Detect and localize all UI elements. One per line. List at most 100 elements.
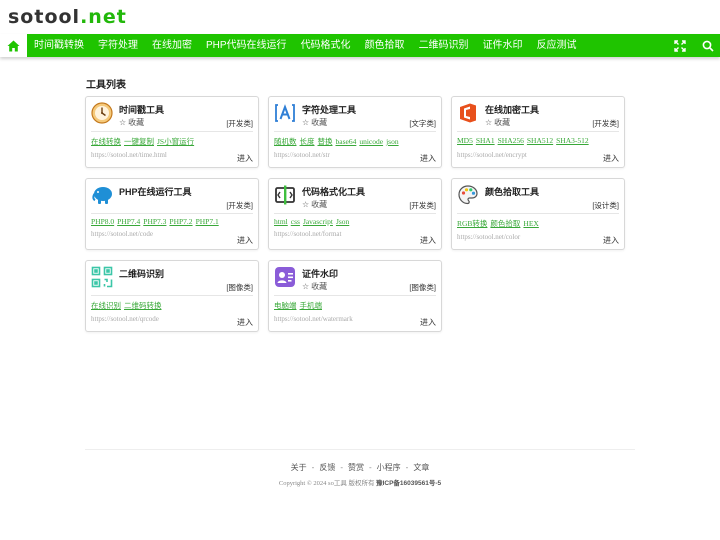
footer-link-about[interactable]: 关于 <box>291 463 307 472</box>
footer-links: 关于 - 反馈 - 赞赏 - 小程序 - 文章 <box>0 462 720 473</box>
tool-card-string[interactable]: 字符处理工具 ☆ 收藏 [文字类] 随机数 长度 替换 base64 unicode jso… <box>268 96 442 168</box>
tool-link[interactable]: json <box>386 137 399 146</box>
footer-link-articles[interactable]: 文章 <box>413 463 429 472</box>
tool-url: https://sotool.net/format <box>274 230 342 238</box>
card-divider <box>91 295 253 296</box>
footer-link-feedback[interactable]: 反馈 <box>319 463 335 472</box>
enter-button[interactable]: 进入 <box>420 317 436 328</box>
icp-link[interactable]: 豫ICP备16039561号-5 <box>376 480 441 487</box>
tool-link[interactable]: 在线识别 <box>91 301 121 310</box>
nav-item-encrypt[interactable]: 在线加密 <box>145 34 199 57</box>
tool-links: PHP8.0 PHP7.4 PHP7.3 PHP7.2 PHP7.1 <box>91 217 253 226</box>
enter-button[interactable]: 进入 <box>420 235 436 246</box>
tool-link[interactable]: SHA3-512 <box>556 136 589 145</box>
footer-separator: - <box>311 463 315 472</box>
star-icon: ☆ <box>302 282 310 291</box>
top-header: sotool.net <box>0 0 720 34</box>
tool-links: RGB转换 颜色拾取 HEX <box>457 218 619 229</box>
tool-link[interactable]: PHP7.3 <box>143 217 166 226</box>
footer-link-donate[interactable]: 赞赏 <box>348 463 364 472</box>
star-icon: ☆ <box>302 200 310 209</box>
footer-link-miniprogram[interactable]: 小程序 <box>377 463 401 472</box>
footer-divider <box>85 449 635 450</box>
enter-button[interactable]: 进入 <box>237 317 253 328</box>
tool-link[interactable]: 在线转换 <box>91 137 121 146</box>
home-icon[interactable] <box>0 34 27 57</box>
section-title: 工具列表 <box>86 80 126 91</box>
tool-link[interactable]: 二维码转换 <box>124 301 162 310</box>
card-divider <box>274 213 436 214</box>
tool-card-color[interactable]: 颜色拾取工具 [设计类] RGB转换 颜色拾取 HEX https://sotool… <box>451 178 625 250</box>
tool-link[interactable]: RGB转换 <box>457 219 487 228</box>
tool-links: 在线识别 二维码转换 <box>91 300 253 311</box>
tool-link[interactable]: PHP7.4 <box>117 217 140 226</box>
nav-item-code-format[interactable]: 代码格式化 <box>294 34 358 57</box>
fullscreen-icon[interactable] <box>674 39 686 52</box>
tool-link[interactable]: Javascript <box>303 217 333 226</box>
tool-link[interactable]: PHP7.2 <box>169 217 192 226</box>
nav-item-qrcode[interactable]: 二维码识别 <box>412 34 476 57</box>
tool-link[interactable]: Json <box>336 217 349 226</box>
favorite-button[interactable]: ☆ 收藏 <box>485 117 510 128</box>
tool-link[interactable]: base64 <box>336 137 357 146</box>
tool-url: https://sotool.net/time.html <box>91 151 167 159</box>
favorite-button[interactable]: ☆ 收藏 <box>302 281 327 292</box>
tool-link[interactable]: 随机数 <box>274 137 297 146</box>
tool-link[interactable]: unicode <box>359 137 383 146</box>
tool-link[interactable]: MD5 <box>457 136 473 145</box>
tool-link[interactable]: html <box>274 217 288 226</box>
enter-button[interactable]: 进入 <box>420 153 436 164</box>
tool-link[interactable]: 颜色拾取 <box>490 219 520 228</box>
tool-link[interactable]: css <box>291 217 300 226</box>
site-logo[interactable]: sotool.net <box>8 6 127 28</box>
tool-link[interactable]: SHA512 <box>527 136 553 145</box>
tool-links: 随机数 长度 替换 base64 unicode json <box>274 136 436 147</box>
star-icon: ☆ <box>485 118 493 127</box>
tool-link[interactable]: SHA1 <box>476 136 495 145</box>
enter-button[interactable]: 进入 <box>603 235 619 246</box>
favorite-button[interactable]: ☆ 收藏 <box>119 117 144 128</box>
enter-button[interactable]: 进入 <box>237 235 253 246</box>
tool-link[interactable]: 长度 <box>300 137 315 146</box>
tool-card-code-format[interactable]: 代码格式化工具 ☆ 收藏 [开发类] html css Javascript Json … <box>268 178 442 250</box>
nav-item-php-run[interactable]: PHP代码在线运行 <box>199 34 294 57</box>
tool-link[interactable]: SHA256 <box>498 136 524 145</box>
nav-item-timestamp[interactable]: 时间戳转换 <box>27 34 91 57</box>
tool-card-watermark[interactable]: 证件水印 ☆ 收藏 [图像类] 电脑端 手机端 https://sotool.net… <box>268 260 442 332</box>
tool-category: [开发类] <box>409 201 436 210</box>
tool-category: [设计类] <box>592 201 619 210</box>
tool-category: [文字类] <box>409 119 436 128</box>
nav-item-string[interactable]: 字符处理 <box>91 34 145 57</box>
tool-card-php[interactable]: PHP在线运行工具 [开发类] PHP8.0 PHP7.4 PHP7.3 PHP7.2… <box>85 178 259 250</box>
tool-card-timestamp[interactable]: 时间戳工具 ☆ 收藏 [开发类] 在线转换 一键复制 JS小窗运行 https://s… <box>85 96 259 168</box>
tool-card-encrypt[interactable]: 在线加密工具 ☆ 收藏 [开发类] MD5 SHA1 SHA256 SHA512 SHA3… <box>451 96 625 168</box>
tool-link[interactable]: HEX <box>523 219 538 228</box>
tool-link[interactable]: 替换 <box>318 137 333 146</box>
enter-button[interactable]: 进入 <box>237 153 253 164</box>
nav-item-reaction-test[interactable]: 反应测试 <box>530 34 584 57</box>
office-icon <box>457 102 479 124</box>
tool-url: https://sotool.net/watermark <box>274 315 353 323</box>
tool-link[interactable]: JS小窗运行 <box>157 137 194 146</box>
copyright: Copyright © 2024 so工具 版权所有 豫ICP备16039561… <box>0 477 720 487</box>
nav-item-color-pick[interactable]: 颜色拾取 <box>358 34 412 57</box>
tool-link[interactable]: 电脑端 <box>274 301 297 310</box>
text-a-icon <box>274 102 296 124</box>
favorite-button[interactable]: ☆ 收藏 <box>302 199 327 210</box>
tool-url: https://sotool.net/code <box>91 230 154 238</box>
favorite-button[interactable]: ☆ 收藏 <box>302 117 327 128</box>
tool-link[interactable]: PHP7.1 <box>196 217 219 226</box>
tool-link[interactable]: 一键复制 <box>124 137 154 146</box>
card-divider <box>91 131 253 132</box>
search-icon[interactable] <box>702 40 714 52</box>
enter-button[interactable]: 进入 <box>603 153 619 164</box>
tool-card-qrcode[interactable]: 二维码识别 [图像类] 在线识别 二维码转换 https://sotool.net… <box>85 260 259 332</box>
nav-item-watermark[interactable]: 证件水印 <box>476 34 530 57</box>
tool-link[interactable]: PHP8.0 <box>91 217 114 226</box>
tool-url: https://sotool.net/str <box>274 151 330 159</box>
tool-link[interactable]: 手机端 <box>300 301 323 310</box>
tool-url: https://sotool.net/qrcode <box>91 315 159 323</box>
card-divider <box>274 131 436 132</box>
tool-name: 代码格式化工具 <box>302 187 366 197</box>
clock-icon <box>91 102 113 124</box>
